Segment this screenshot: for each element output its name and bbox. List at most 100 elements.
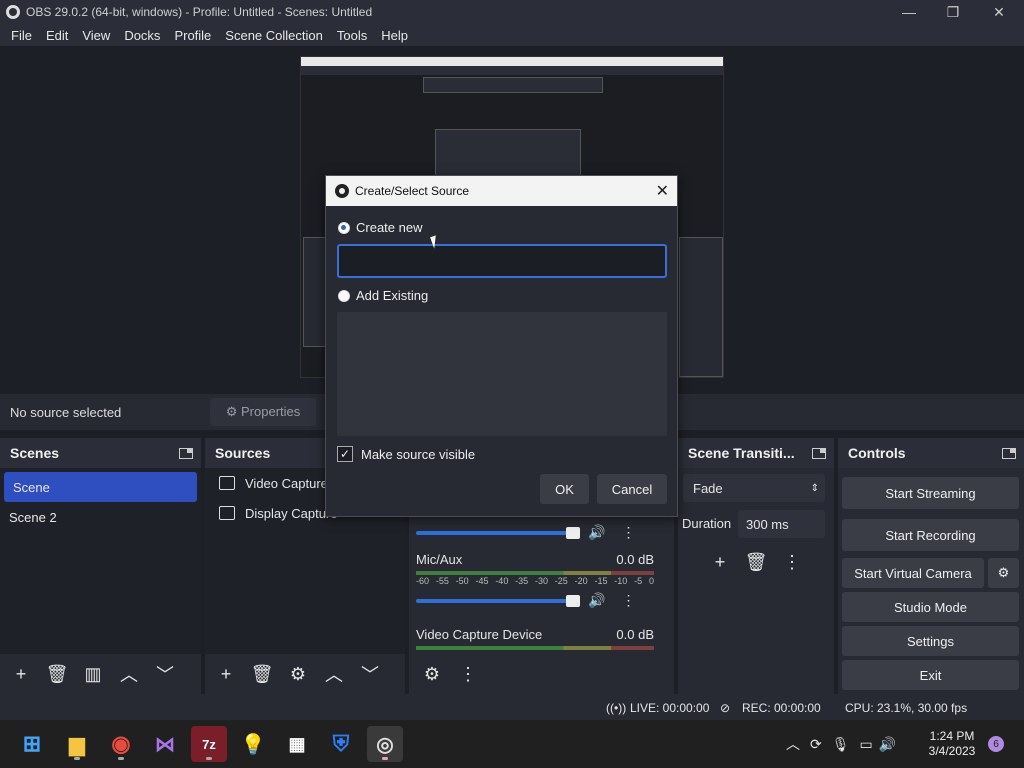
checkmark-icon: ✓ bbox=[337, 446, 353, 462]
file-explorer-icon[interactable]: ▆ bbox=[59, 726, 95, 762]
move-down-icon[interactable]: ﹀ bbox=[355, 661, 385, 687]
volume-slider[interactable]: 🔊 ⋮ bbox=[416, 592, 654, 609]
dialog-title: Create/Select Source bbox=[355, 184, 470, 198]
cpu-status: CPU: 23.1%, 30.00 fps bbox=[845, 701, 968, 715]
move-down-icon[interactable]: ﹀ bbox=[150, 661, 180, 687]
scenes-list: Scene Scene 2 bbox=[0, 468, 201, 654]
rec-status: REC: 00:00:00 bbox=[742, 701, 821, 715]
mixer-settings-icon[interactable]: ⚙ bbox=[417, 661, 447, 687]
remove-scene-icon[interactable]: 🗑 bbox=[42, 661, 72, 687]
controls-title: Controls bbox=[848, 445, 906, 461]
speaker-icon[interactable]: 🔊 bbox=[588, 524, 605, 541]
chrome-icon[interactable]: ◉ bbox=[103, 726, 139, 762]
start-streaming-button[interactable]: Start Streaming bbox=[842, 477, 1019, 509]
undock-icon[interactable] bbox=[812, 447, 826, 459]
menu-view[interactable]: View bbox=[75, 28, 117, 43]
live-icon: ((•)) bbox=[606, 701, 627, 715]
start-virtual-camera-button[interactable]: Start Virtual Camera bbox=[842, 558, 984, 588]
clock[interactable]: 1:24 PM 3/4/2023 bbox=[922, 729, 982, 759]
remove-transition-icon[interactable]: 🗑 bbox=[741, 549, 771, 575]
visual-studio-icon[interactable]: ⋈ bbox=[147, 726, 183, 762]
maximize-button[interactable]: ❐ bbox=[930, 0, 976, 24]
settings-button[interactable]: Settings bbox=[842, 626, 1019, 656]
network-icon[interactable]: ▭ bbox=[860, 736, 873, 753]
sync-icon[interactable]: ⟳ bbox=[810, 736, 822, 753]
undock-icon[interactable] bbox=[1002, 447, 1016, 459]
dialog-titlebar: Create/Select Source bbox=[326, 176, 677, 206]
studio-mode-button[interactable]: Studio Mode bbox=[842, 592, 1019, 622]
add-transition-icon[interactable]: + bbox=[705, 549, 735, 575]
add-existing-radio[interactable]: Add Existing bbox=[338, 288, 428, 303]
source-label: Video Capture bbox=[245, 475, 328, 491]
level-meter bbox=[416, 646, 654, 650]
speaker-icon[interactable]: 🔊 bbox=[588, 592, 605, 609]
properties-button[interactable]: ⚙ Properties bbox=[210, 398, 316, 426]
menu-docks[interactable]: Docks bbox=[117, 28, 167, 43]
scene-filters-icon[interactable]: ▥ bbox=[78, 661, 108, 687]
undock-icon[interactable] bbox=[179, 447, 193, 459]
remove-source-icon[interactable]: 🗑 bbox=[247, 661, 277, 687]
close-window-button[interactable]: ✕ bbox=[976, 0, 1022, 24]
channel-menu-icon[interactable]: ⋮ bbox=[621, 592, 635, 609]
scene-item[interactable]: Scene 2 bbox=[0, 502, 201, 532]
virtual-camera-settings-icon[interactable]: ⚙ bbox=[988, 558, 1019, 588]
no-source-label: No source selected bbox=[10, 404, 122, 420]
radio-unselected-icon bbox=[338, 289, 350, 302]
add-source-icon[interactable]: + bbox=[211, 661, 241, 687]
channel-menu-icon[interactable]: ⋮ bbox=[621, 524, 635, 541]
obs-icon[interactable]: ◎ bbox=[367, 726, 403, 762]
move-up-icon[interactable]: ︿ bbox=[319, 661, 349, 687]
add-existing-label: Add Existing bbox=[356, 288, 429, 303]
meter-ticks: -60 -55 -50 -45 -40 -35 -30 -25 -20 -15 -10 -5 0 bbox=[416, 576, 654, 586]
menu-help[interactable]: Help bbox=[374, 28, 415, 43]
volume-icon[interactable]: 🔊 bbox=[879, 736, 896, 753]
add-scene-icon[interactable]: + bbox=[6, 661, 36, 687]
source-properties-icon[interactable]: ⚙ bbox=[283, 661, 313, 687]
create-new-radio[interactable]: Create new bbox=[338, 220, 422, 235]
microphone-icon[interactable]: 🎙 bbox=[832, 736, 850, 753]
status-bar: ((•)) LIVE: 00:00:00 ⊘ REC: 00:00:00 CPU… bbox=[0, 694, 1024, 720]
menu-tools[interactable]: Tools bbox=[330, 28, 374, 43]
defender-icon[interactable]: ⛨ bbox=[323, 726, 359, 762]
menu-file[interactable]: File bbox=[4, 28, 39, 43]
start-recording-button[interactable]: Start Recording bbox=[842, 519, 1019, 551]
store-icon[interactable]: ▦ bbox=[279, 726, 315, 762]
minimize-button[interactable]: — bbox=[886, 0, 932, 24]
updown-icon: ⇕ bbox=[810, 482, 819, 494]
volume-slider-desktop[interactable]: 🔊 ⋮ bbox=[416, 524, 635, 541]
clock-time: 1:24 PM bbox=[929, 729, 975, 743]
sources-title: Sources bbox=[215, 445, 271, 461]
menu-profile[interactable]: Profile bbox=[167, 28, 218, 43]
exit-button[interactable]: Exit bbox=[842, 660, 1019, 690]
cancel-button[interactable]: Cancel bbox=[597, 474, 667, 504]
transition-value: Fade bbox=[693, 480, 723, 496]
channel-name: Mic/Aux bbox=[416, 552, 463, 567]
transition-menu-icon[interactable]: ⋮ bbox=[777, 549, 807, 575]
7zip-icon[interactable]: 7z bbox=[191, 726, 227, 762]
menu-bar: File Edit View Docks Profile Scene Colle… bbox=[0, 24, 1024, 46]
existing-sources-list[interactable] bbox=[337, 312, 667, 436]
scene-item[interactable]: Scene bbox=[4, 472, 197, 502]
notification-badge[interactable]: 6 bbox=[988, 736, 1004, 752]
make-source-visible-checkbox[interactable]: ✓ Make source visible bbox=[337, 446, 475, 462]
menu-edit[interactable]: Edit bbox=[39, 28, 75, 43]
mixer-menu-icon[interactable]: ⋮ bbox=[453, 661, 483, 687]
lightbulb-icon[interactable]: 💡 bbox=[235, 726, 271, 762]
move-up-icon[interactable]: ︿ bbox=[114, 661, 144, 687]
chevron-up-icon[interactable]: ︿ bbox=[786, 734, 800, 754]
camera-icon bbox=[219, 476, 235, 490]
transition-select[interactable]: Fade ⇕ bbox=[683, 474, 825, 502]
duration-spinbox[interactable]: 300 ms bbox=[738, 510, 825, 538]
level-meter bbox=[416, 571, 654, 575]
close-icon[interactable]: ✕ bbox=[656, 181, 669, 201]
start-icon[interactable]: ⊞ bbox=[14, 726, 50, 762]
menu-scene-collection[interactable]: Scene Collection bbox=[218, 28, 330, 43]
mixer-channel: Video Capture Device 0.0 dB bbox=[416, 627, 654, 650]
source-name-input[interactable] bbox=[337, 244, 667, 278]
scene-transitions-dock: Scene Transiti... Fade ⇕ Duration 300 ms … bbox=[678, 438, 834, 694]
channel-db: 0.0 dB bbox=[616, 627, 654, 642]
make-visible-label: Make source visible bbox=[361, 446, 476, 462]
channel-db: 0.0 dB bbox=[616, 552, 654, 567]
clock-date: 3/4/2023 bbox=[928, 744, 976, 758]
ok-button[interactable]: OK bbox=[540, 474, 589, 504]
